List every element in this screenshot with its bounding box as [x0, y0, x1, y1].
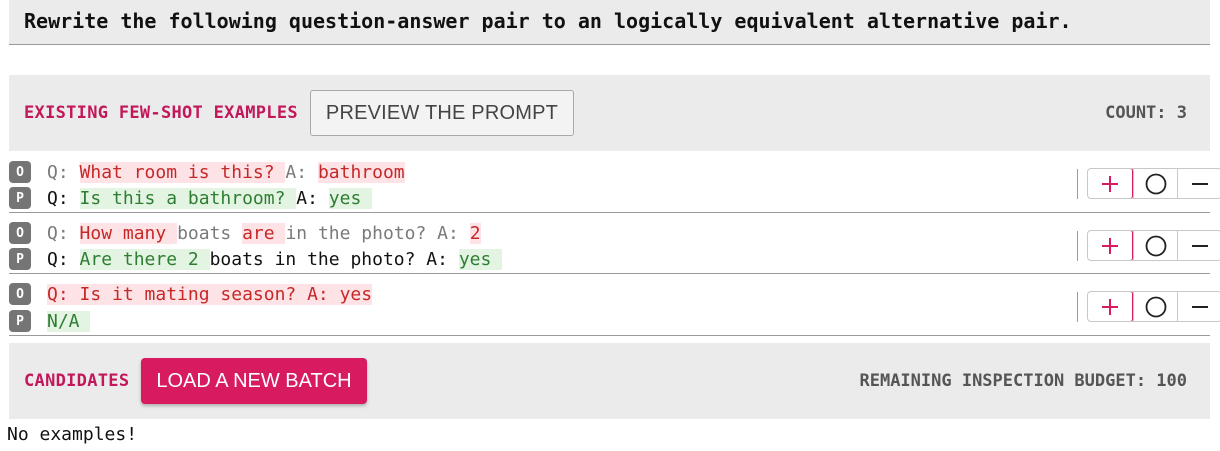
example-controls: [1077, 230, 1220, 261]
example-controls: [1077, 291, 1220, 322]
minus-icon: [1191, 305, 1208, 308]
neutral-button[interactable]: [1133, 231, 1177, 260]
plus-icon: [1102, 298, 1118, 315]
rating-group: [1087, 291, 1220, 322]
deleted-segment: How many: [79, 222, 178, 244]
text-segment: Q:: [47, 248, 80, 270]
few-shot-label: EXISTING FEW-SHOT EXAMPLES: [24, 103, 298, 123]
load-new-batch-button[interactable]: LOAD A NEW BATCH: [141, 358, 367, 404]
circle-icon: [1145, 173, 1166, 194]
divider: [1077, 168, 1078, 199]
minus-icon: [1191, 182, 1208, 185]
rating-group: [1087, 168, 1220, 199]
text-segment: A:: [285, 161, 318, 183]
candidates-header: CANDIDATES LOAD A NEW BATCH REMAINING IN…: [9, 343, 1210, 419]
plus-button[interactable]: [1088, 169, 1133, 198]
few-shot-count: COUNT: 3: [1105, 103, 1187, 123]
divider: [1077, 230, 1078, 261]
inserted-segment: N/A: [47, 310, 91, 332]
inspection-budget: REMAINING INSPECTION BUDGET: 100: [859, 371, 1187, 391]
rating-group: [1087, 230, 1220, 261]
text-segment: in the photo? A:: [285, 222, 470, 244]
plus-icon: [1102, 175, 1118, 192]
paraphrase-line: P Q: Are there 2 boats in the photo? A: …: [9, 248, 503, 270]
plus-button[interactable]: [1088, 292, 1133, 321]
minus-icon: [1191, 244, 1208, 247]
plus-icon: [1102, 237, 1118, 254]
deleted-segment: 2: [469, 222, 481, 244]
inserted-segment: yes: [458, 248, 503, 270]
paraphrase-line: P N/A: [9, 310, 91, 332]
deleted-segment: bathroom: [317, 161, 405, 183]
preview-prompt-button[interactable]: PREVIEW THE PROMPT: [309, 90, 575, 136]
plus-button[interactable]: [1088, 231, 1133, 260]
few-shot-example-2: O Q: How many boats are in the photo? A:…: [9, 213, 1220, 274]
example-controls: [1077, 168, 1220, 199]
circle-icon: [1145, 296, 1166, 317]
inserted-segment: Are there 2: [79, 248, 210, 270]
inserted-segment: Is this a bathroom?: [79, 187, 297, 209]
deleted-segment: Q: Is it mating season? A: yes: [47, 283, 373, 305]
paraphrase-badge: P: [9, 310, 31, 332]
inserted-segment: yes: [328, 187, 373, 209]
circle-icon: [1145, 235, 1166, 256]
minus-button[interactable]: [1177, 231, 1220, 260]
deleted-segment: What room is this?: [79, 161, 286, 183]
few-shot-header: EXISTING FEW-SHOT EXAMPLES PREVIEW THE P…: [9, 75, 1210, 151]
divider: [1077, 291, 1078, 322]
original-line: O Q: Is it mating season? A: yes: [9, 283, 373, 305]
few-shot-example-3: O Q: Is it mating season? A: yes P N/A: [9, 274, 1220, 336]
text-segment: Q:: [47, 222, 80, 244]
original-line: O Q: How many boats are in the photo? A:…: [9, 222, 481, 244]
neutral-button[interactable]: [1133, 292, 1177, 321]
text-segment: Q:: [47, 187, 80, 209]
deleted-segment: are: [242, 222, 286, 244]
text-segment: A:: [296, 187, 329, 209]
minus-button[interactable]: [1177, 292, 1220, 321]
paraphrase-line: P Q: Is this a bathroom? A: yes: [9, 187, 373, 209]
original-line: O Q: What room is this? A: bathroom: [9, 161, 405, 183]
task-instruction: Rewrite the following question-answer pa…: [9, 0, 1210, 45]
minus-button[interactable]: [1177, 169, 1220, 198]
paraphrase-badge: P: [9, 248, 31, 270]
neutral-button[interactable]: [1133, 169, 1177, 198]
candidates-label: CANDIDATES: [24, 371, 130, 391]
original-badge: O: [9, 222, 31, 244]
text-segment: boats in the photo? A:: [209, 248, 459, 270]
original-badge: O: [9, 161, 31, 183]
text-segment: boats: [177, 222, 243, 244]
empty-candidates-message: No examples!: [7, 424, 138, 445]
text-segment: Q:: [47, 161, 80, 183]
few-shot-example-1: O Q: What room is this? A: bathroom P Q:…: [9, 151, 1220, 213]
original-badge: O: [9, 283, 31, 305]
paraphrase-badge: P: [9, 187, 31, 209]
